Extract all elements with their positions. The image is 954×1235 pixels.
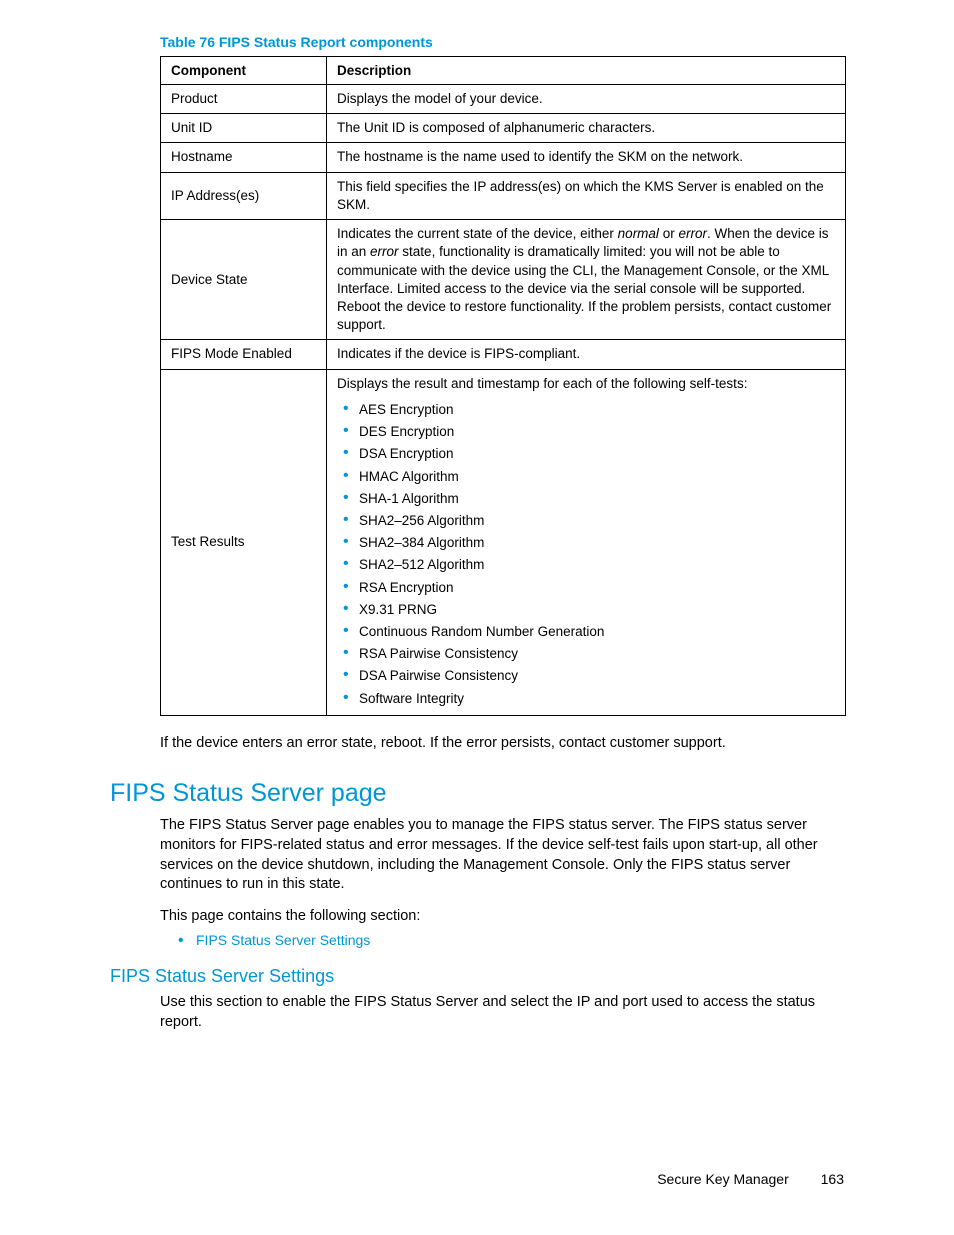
list-item: DSA Pairwise Consistency — [359, 665, 835, 687]
table-row: Unit ID The Unit ID is composed of alpha… — [161, 114, 846, 143]
list-item: AES Encryption — [359, 399, 835, 421]
cell-component: IP Address(es) — [161, 172, 327, 219]
list-item: RSA Pairwise Consistency — [359, 643, 835, 665]
footer-page-number: 163 — [821, 1171, 844, 1187]
section-heading-fips-status-server-page: FIPS Status Server page — [110, 779, 844, 808]
cell-description: The hostname is the name used to identif… — [327, 143, 846, 172]
cell-component: FIPS Mode Enabled — [161, 340, 327, 369]
list-item: SHA2–512 Algorithm — [359, 554, 835, 576]
selftest-list: AES Encryption DES Encryption DSA Encryp… — [337, 399, 835, 710]
link-fips-status-server-settings[interactable]: FIPS Status Server Settings — [196, 932, 370, 948]
list-item: SHA2–384 Algorithm — [359, 532, 835, 554]
fips-status-report-table: Component Description Product Displays t… — [160, 56, 846, 716]
list-item: Continuous Random Number Generation — [359, 621, 835, 643]
table-row: Test Results Displays the result and tim… — [161, 369, 846, 715]
footer-doc-title: Secure Key Manager — [657, 1171, 789, 1187]
list-item: Software Integrity — [359, 688, 835, 710]
body-paragraph: If the device enters an error state, reb… — [160, 734, 846, 754]
list-item: FIPS Status Server Settings — [178, 932, 844, 948]
table-row: Hostname The hostname is the name used t… — [161, 143, 846, 172]
body-paragraph: This page contains the following section… — [160, 907, 846, 927]
page-footer: Secure Key Manager 163 — [657, 1171, 844, 1187]
cell-component: Test Results — [161, 369, 327, 715]
body-paragraph: The FIPS Status Server page enables you … — [160, 816, 846, 894]
table-row: Device State Indicates the current state… — [161, 220, 846, 340]
cell-description: Indicates the current state of the devic… — [327, 220, 846, 340]
table-row: FIPS Mode Enabled Indicates if the devic… — [161, 340, 846, 369]
cell-description: The Unit ID is composed of alphanumeric … — [327, 114, 846, 143]
list-item: SHA-1 Algorithm — [359, 488, 835, 510]
section-heading-fips-status-server-settings: FIPS Status Server Settings — [110, 966, 844, 987]
cell-description: This field specifies the IP address(es) … — [327, 172, 846, 219]
list-item: DES Encryption — [359, 421, 835, 443]
list-item: DSA Encryption — [359, 443, 835, 465]
table-caption: Table 76 FIPS Status Report components — [160, 34, 844, 50]
section-link-list: FIPS Status Server Settings — [178, 932, 844, 948]
list-item: SHA2–256 Algorithm — [359, 510, 835, 532]
cell-description: Displays the result and timestamp for ea… — [327, 369, 846, 715]
cell-component: Product — [161, 85, 327, 114]
selftest-intro: Displays the result and timestamp for ea… — [337, 375, 835, 393]
cell-component: Device State — [161, 220, 327, 340]
cell-description: Indicates if the device is FIPS-complian… — [327, 340, 846, 369]
list-item: RSA Encryption — [359, 577, 835, 599]
table-row: Product Displays the model of your devic… — [161, 85, 846, 114]
list-item: HMAC Algorithm — [359, 466, 835, 488]
table-header-description: Description — [327, 57, 846, 85]
list-item: X9.31 PRNG — [359, 599, 835, 621]
cell-description: Displays the model of your device. — [327, 85, 846, 114]
cell-component: Hostname — [161, 143, 327, 172]
table-header-component: Component — [161, 57, 327, 85]
cell-component: Unit ID — [161, 114, 327, 143]
body-paragraph: Use this section to enable the FIPS Stat… — [160, 993, 846, 1032]
table-row: IP Address(es) This field specifies the … — [161, 172, 846, 219]
